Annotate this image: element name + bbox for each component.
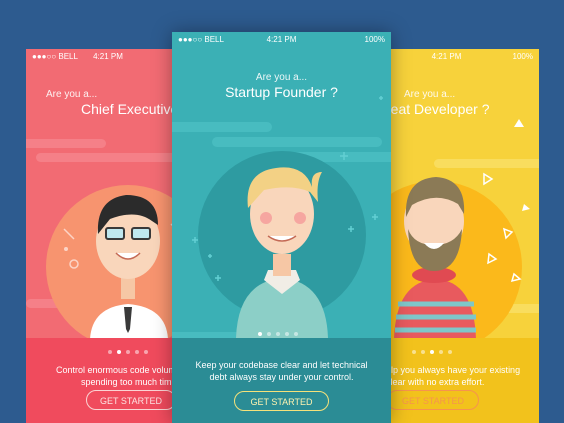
page-dot[interactable] <box>421 350 425 354</box>
description-line-1: elp you always have your existing <box>386 365 521 375</box>
page-indicator <box>412 350 452 354</box>
question-text: Are you a... <box>46 89 98 100</box>
bottom-panel: Keep your codebase clear and let technic… <box>172 332 391 423</box>
page-dot[interactable] <box>135 350 139 354</box>
page-dot-active[interactable] <box>430 350 434 354</box>
page-dot[interactable] <box>439 350 443 354</box>
get-started-button[interactable]: GET STARTED <box>234 391 329 411</box>
question-text: Are you a... <box>255 72 308 83</box>
page-dot[interactable] <box>448 350 452 354</box>
page-dot[interactable] <box>412 350 416 354</box>
description-line-2: clear with no extra effort. <box>386 377 485 387</box>
question-text: Are you a... <box>404 89 456 100</box>
screen-great-developer: 4:21 PM 100% Are you a... reat Developer… <box>374 49 539 423</box>
page-dot[interactable] <box>267 332 271 336</box>
page-dot[interactable] <box>144 350 148 354</box>
page-dot[interactable] <box>126 350 130 354</box>
get-started-button[interactable]: GET STARTED <box>86 390 176 410</box>
screen-startup-founder: ●●●○○ BELL 4:21 PM 100% Are you a... Sta… <box>172 32 391 423</box>
role-title: Startup Founder ? <box>225 84 338 100</box>
page-indicator <box>258 332 298 336</box>
get-started-button[interactable]: GET STARTED <box>387 390 479 410</box>
page-indicator <box>108 350 148 354</box>
description-line-1: Keep your codebase clear and let technic… <box>195 360 368 370</box>
page-dot[interactable] <box>276 332 280 336</box>
bottom-panel: elp you always have your existing clear … <box>374 338 539 423</box>
page-dot[interactable] <box>108 350 112 354</box>
page-dot[interactable] <box>294 332 298 336</box>
screen-chief-executive: ●●●○○ BELL 4:21 PM Are you a... Chief Ex… <box>26 49 190 423</box>
description-line-2: spending too much tim <box>81 377 172 387</box>
page-dot[interactable] <box>285 332 289 336</box>
role-title: Chief Executive <box>81 101 179 117</box>
page-dot-active[interactable] <box>258 332 262 336</box>
description-line-2: debt always stay under your control. <box>209 372 354 382</box>
role-title: reat Developer ? <box>386 101 490 117</box>
bottom-panel: Control enormous code volum spending too… <box>26 338 190 423</box>
description-line-1: Control enormous code volum <box>56 365 177 375</box>
page-dot-active[interactable] <box>117 350 121 354</box>
